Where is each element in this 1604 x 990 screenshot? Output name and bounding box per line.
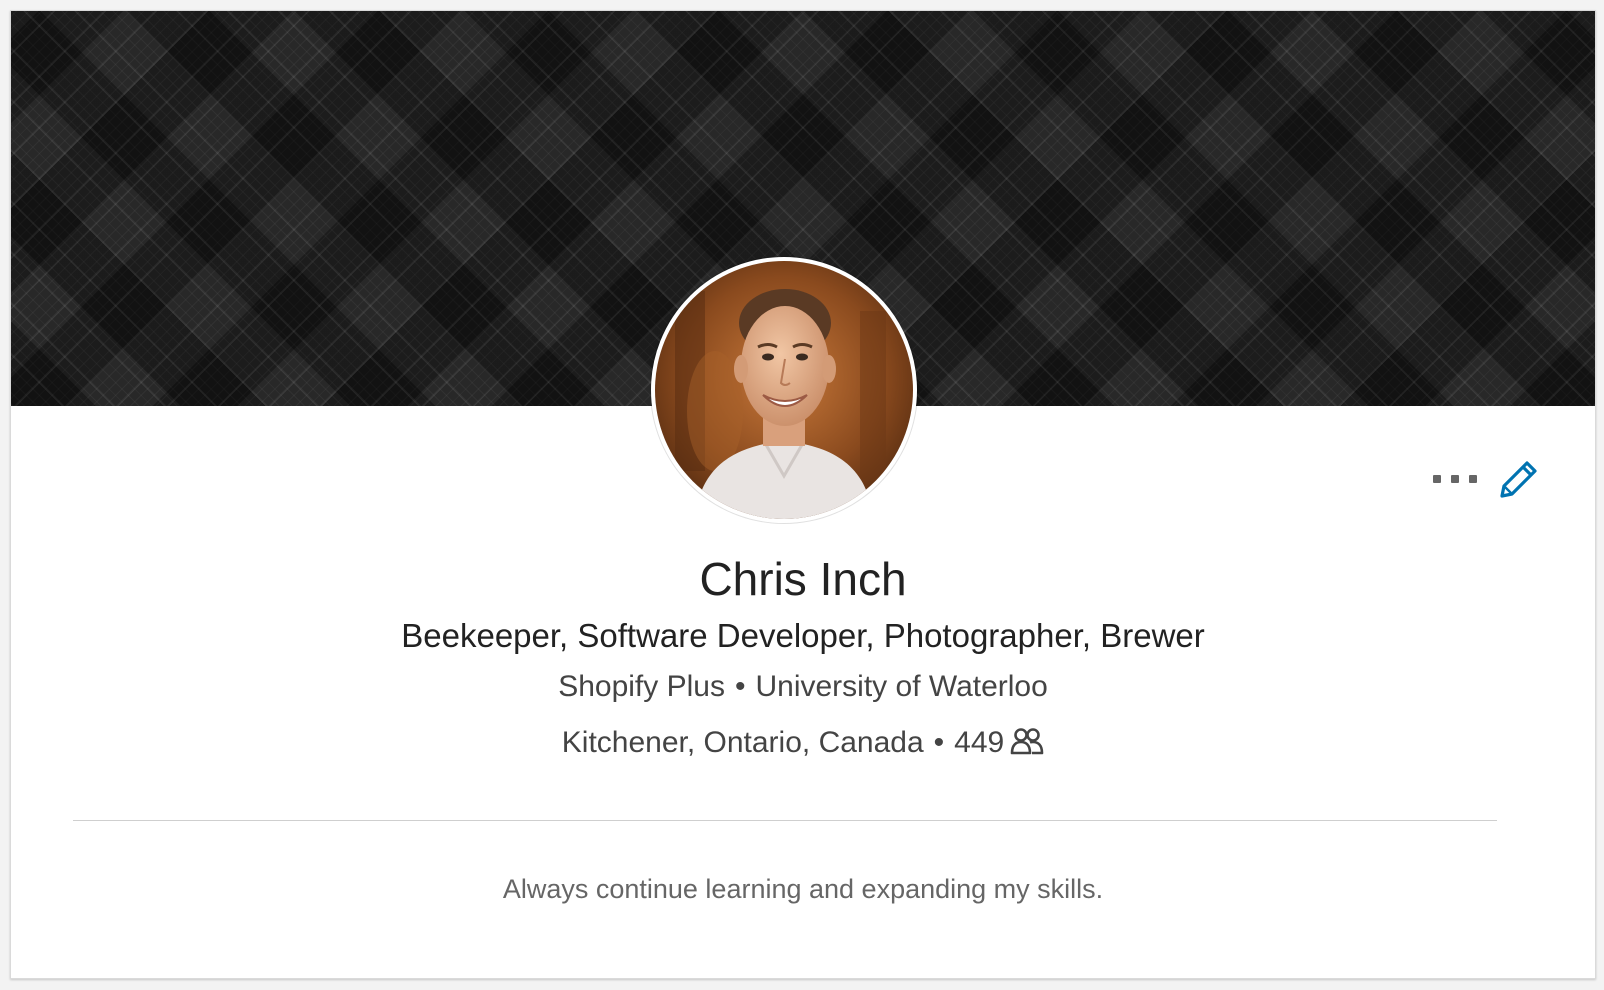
connections-count[interactable]: 449 bbox=[954, 726, 1004, 759]
separator-bullet: • bbox=[734, 670, 746, 703]
profile-card: Chris Inch Beekeeper, Software Developer… bbox=[10, 10, 1596, 979]
more-horizontal-icon[interactable] bbox=[1433, 464, 1477, 494]
profile-name: Chris Inch bbox=[699, 553, 907, 605]
company-link[interactable]: Shopify Plus bbox=[558, 670, 725, 703]
profile-location-connections: Kitchener, Ontario, Canada • 449 bbox=[11, 723, 1595, 763]
profile-location: Kitchener, Ontario, Canada bbox=[561, 726, 924, 759]
separator-bullet: • bbox=[933, 726, 945, 759]
people-icon bbox=[1010, 728, 1044, 755]
profile-photo-image bbox=[655, 261, 913, 519]
pencil-icon[interactable] bbox=[1497, 457, 1541, 501]
profile-actions bbox=[1433, 457, 1541, 501]
profile-photo[interactable] bbox=[651, 257, 917, 523]
section-divider bbox=[73, 820, 1497, 821]
school-link[interactable]: University of Waterloo bbox=[755, 670, 1047, 703]
profile-summary: Always continue learning and expanding m… bbox=[502, 874, 1104, 904]
profile-organizations: Shopify Plus • University of Waterloo bbox=[11, 667, 1595, 707]
profile-headline: Beekeeper, Software Developer, Photograp… bbox=[401, 617, 1205, 654]
